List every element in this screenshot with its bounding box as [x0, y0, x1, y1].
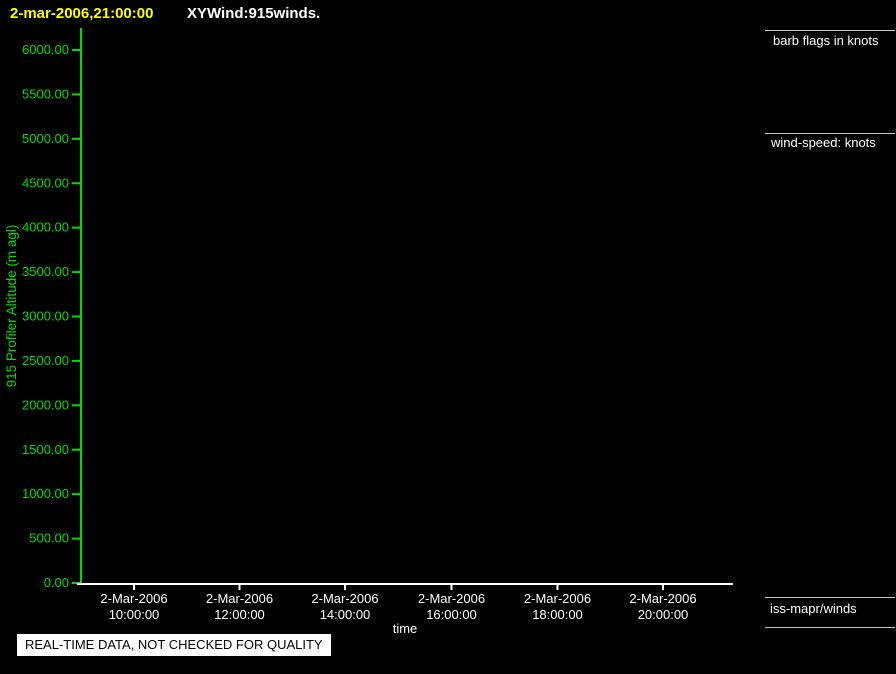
y-tick-label: 5500.00 — [22, 86, 69, 101]
x-tick-time: 14:00:00 — [320, 607, 371, 622]
x-tick-date: 2-Mar-2006 — [629, 591, 696, 606]
x-tick-date: 2-Mar-2006 — [206, 591, 273, 606]
y-tick-label: 4500.00 — [22, 175, 69, 190]
y-tick-label: 500.00 — [29, 531, 69, 546]
y-tick-label: 6000.00 — [22, 42, 69, 57]
x-tick-date: 2-Mar-2006 — [311, 591, 378, 606]
color-scale-title: wind-speed: knots — [771, 135, 876, 150]
credit-label: iss-mapr/winds — [770, 601, 857, 616]
y-tick-label: 3500.00 — [22, 264, 69, 279]
y-tick-label: 1000.00 — [22, 486, 69, 501]
barb-legend-title: barb flags in knots — [773, 33, 879, 48]
y-tick-label: 4000.00 — [22, 220, 69, 235]
footer-divider — [765, 627, 895, 628]
x-tick-date: 2-Mar-2006 — [524, 591, 591, 606]
legend-divider — [765, 133, 895, 134]
y-axis-title: 915 Profiler Altitude (m agl) — [4, 225, 19, 388]
x-tick-time: 12:00:00 — [214, 607, 265, 622]
legend-divider — [765, 30, 895, 31]
x-tick-time: 10:00:00 — [109, 607, 160, 622]
x-tick-date: 2-Mar-2006 — [418, 591, 485, 606]
wind-profiler-window: 2-mar-2006,21:00:00 XYWind:915winds. 600… — [0, 0, 896, 674]
x-tick-time: 18:00:00 — [532, 607, 583, 622]
x-axis-title: time — [393, 621, 418, 636]
y-tick-label: 0.00 — [44, 575, 69, 590]
wind-profile-plot: 6000.00 5500.00 5000.00 4500.00 4000.00 3500.… — [4, 28, 733, 636]
y-tick-label: 5000.00 — [22, 131, 69, 146]
x-tick-date: 2-Mar-2006 — [100, 591, 167, 606]
x-tick-time: 16:00:00 — [426, 607, 477, 622]
legend-panel: barb flags in knots wind-speed: knots is… — [765, 0, 896, 674]
y-tick-label: 1500.00 — [22, 442, 69, 457]
y-tick-label: 2000.00 — [22, 397, 69, 412]
y-tick-label: 2500.00 — [22, 353, 69, 368]
y-tick-label: 3000.00 — [22, 309, 69, 324]
x-tick-time: 20:00:00 — [638, 607, 689, 622]
footer-divider — [765, 597, 895, 598]
disclaimer-banner: REAL-TIME DATA, NOT CHECKED FOR QUALITY — [17, 634, 331, 656]
